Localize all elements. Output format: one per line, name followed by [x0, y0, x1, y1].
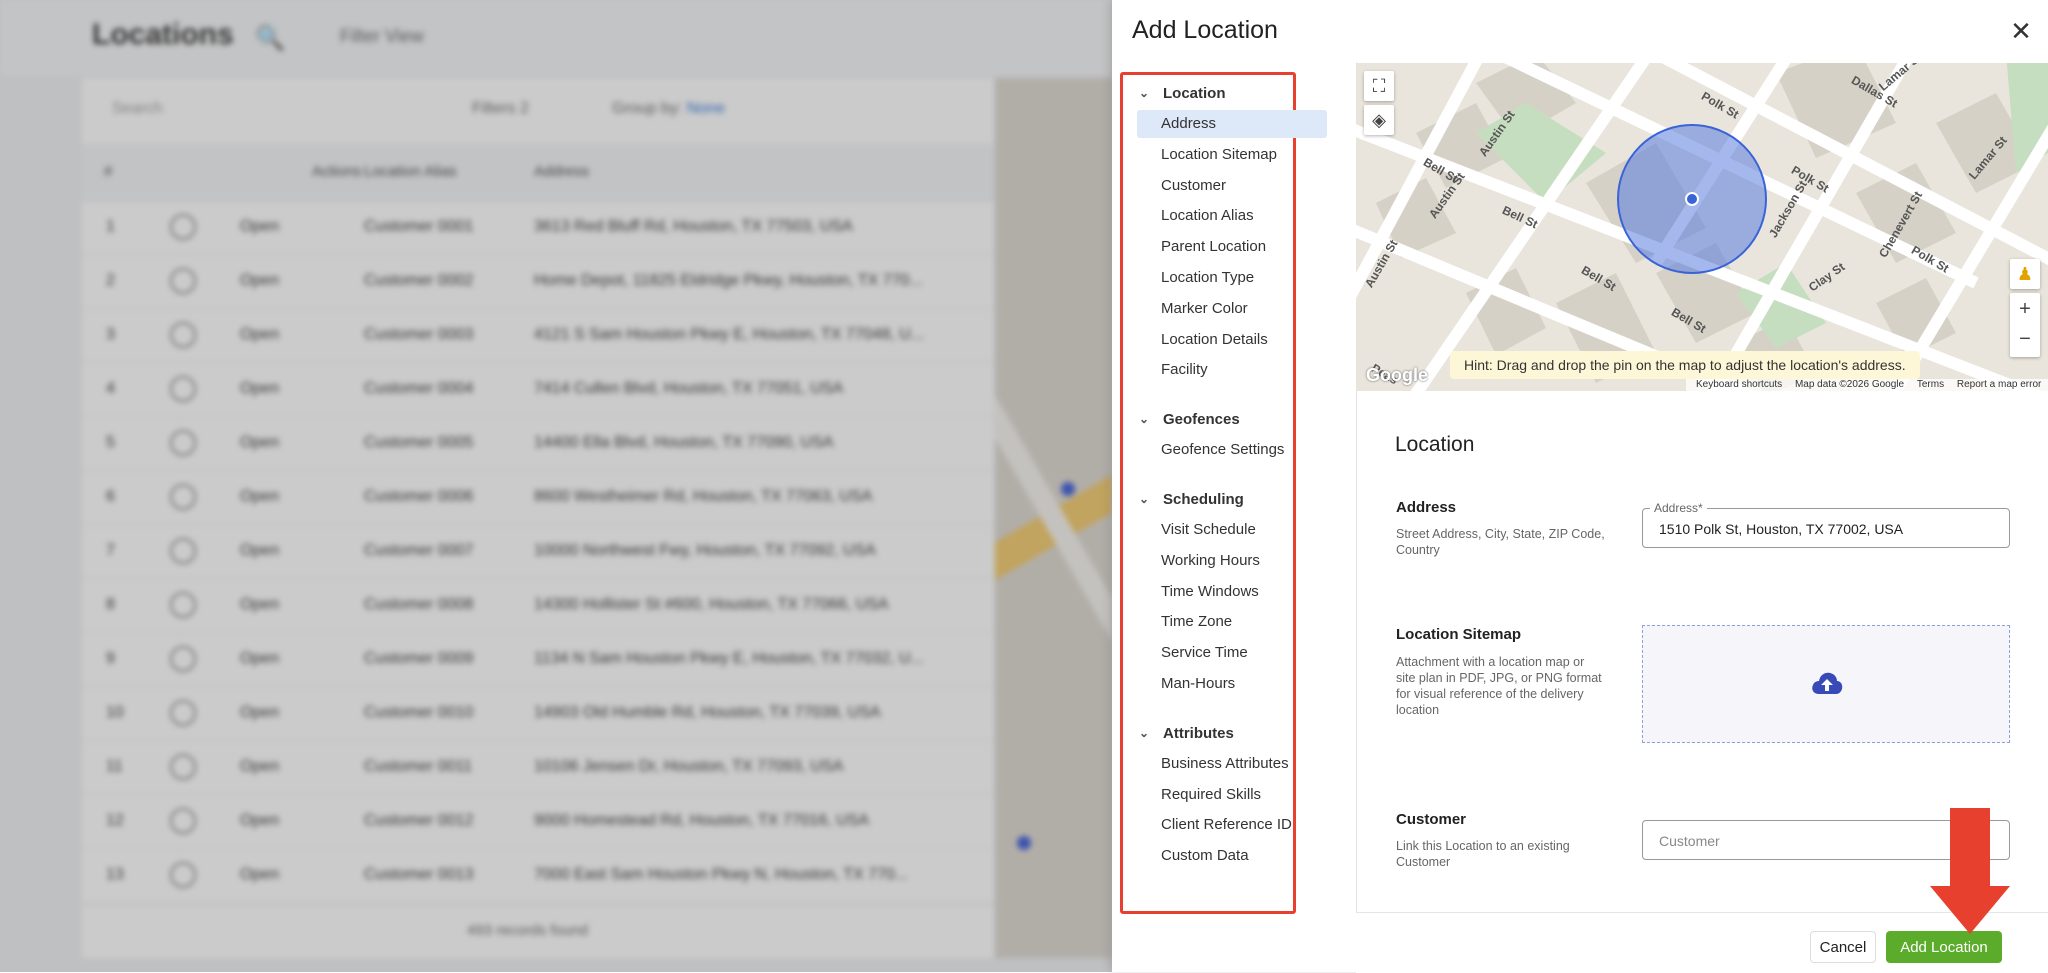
nav-item[interactable]: Time Zone — [1137, 608, 1327, 636]
nav-section-label: Geofences — [1163, 411, 1240, 429]
address-label: Address — [1396, 499, 1457, 516]
down-arrow-annotation-icon — [1930, 808, 2010, 934]
location-map[interactable]: Polk St Lamar St Dallas St Bell St Austin St… — [1356, 63, 2048, 391]
nav-section-label: Location — [1163, 85, 1226, 102]
close-icon[interactable]: ✕ — [2008, 18, 2034, 44]
street-view-icon[interactable]: ♟ — [2010, 259, 2040, 289]
address-floating-label: Address* — [1650, 501, 1707, 515]
google-logo: Google — [1366, 365, 1428, 385]
nav-item[interactable]: Service Time — [1137, 639, 1327, 667]
sitemap-label: Location Sitemap — [1396, 626, 1522, 643]
nav-item[interactable]: Time Windows — [1137, 578, 1327, 606]
terms-link[interactable]: Terms — [1917, 379, 1944, 390]
nav-section-label: Attributes — [1163, 724, 1234, 742]
modal-overlay[interactable] — [0, 0, 1112, 972]
nav-item[interactable]: Marker Color — [1137, 295, 1327, 323]
map-data-text: Map data ©2026 Google — [1794, 379, 1905, 390]
nav-item[interactable]: Working Hours — [1137, 547, 1327, 575]
map-canvas — [1356, 63, 2048, 391]
zoom-controls: + − — [2010, 293, 2040, 357]
nav-item[interactable]: Location Type — [1137, 264, 1327, 292]
nav-item[interactable]: Visit Schedule — [1137, 516, 1327, 544]
cloud-upload-icon — [1812, 672, 1843, 694]
sitemap-upload-dropzone[interactable] — [1642, 625, 2010, 743]
zoom-in-icon[interactable]: + — [2010, 293, 2040, 325]
section-navigation: ⌄ Location Address Location Sitemap Customer… — [1120, 72, 1327, 914]
map-attribution: Keyboard shortcuts Map data ©2026 Google… — [1686, 379, 2048, 391]
nav-section-label: Scheduling — [1163, 491, 1244, 508]
nav-section-heading[interactable]: ⌄ Geofences — [1139, 411, 1240, 428]
nav-section-heading[interactable]: ⌄ Scheduling — [1139, 491, 1244, 508]
sitemap-help: Attachment with a location map or site p… — [1396, 655, 1602, 717]
nav-item[interactable]: Man-Hours — [1137, 670, 1327, 698]
add-location-modal: Add Location ✕ ⌄ Location Address Location … — [1112, 0, 2048, 973]
modal-title: Add Location — [1132, 16, 1278, 44]
chevron-down-icon: ⌄ — [1139, 725, 1150, 740]
customer-help: Link this Location to an existing Custom… — [1396, 839, 1570, 869]
zoom-out-icon[interactable]: − — [2010, 325, 2040, 357]
section-title: Location — [1395, 433, 1475, 456]
layers-icon[interactable]: ◈ — [1364, 105, 1394, 135]
nav-item[interactable]: Required Skills — [1137, 781, 1327, 809]
nav-item[interactable]: Geofence Settings — [1137, 436, 1327, 464]
nav-item[interactable]: Parent Location — [1137, 233, 1327, 261]
map-hint: Hint: Drag and drop the pin on the map t… — [1450, 351, 1920, 379]
cancel-button[interactable]: Cancel — [1810, 931, 1876, 963]
nav-item[interactable]: Location Details — [1137, 326, 1327, 354]
nav-item[interactable]: Customer — [1137, 172, 1327, 200]
chevron-down-icon: ⌄ — [1139, 492, 1150, 506]
nav-item[interactable]: Business Attributes — [1137, 750, 1327, 778]
chevron-down-icon: ⌄ — [1139, 412, 1150, 427]
nav-section-heading[interactable]: ⌄ Attributes — [1139, 725, 1234, 742]
nav-item[interactable]: Facility — [1137, 356, 1327, 384]
background-locations-page: Locations 🔍 Filter View Search Filters 2… — [0, 0, 1112, 972]
nav-item[interactable]: Custom Data — [1137, 842, 1327, 870]
chevron-down-icon: ⌄ — [1139, 86, 1150, 100]
customer-label: Customer — [1396, 811, 1467, 828]
add-location-button[interactable]: Add Location — [1886, 931, 2002, 963]
report-error-link[interactable]: Report a map error — [1957, 379, 2041, 390]
nav-item[interactable]: Location Sitemap — [1137, 141, 1327, 169]
fullscreen-icon[interactable]: ⛶ — [1364, 71, 1394, 101]
address-help: Street Address, City, State, ZIP Code, C… — [1396, 527, 1605, 557]
nav-item[interactable]: Client Reference ID — [1137, 811, 1327, 839]
nav-item[interactable]: Location Alias — [1137, 202, 1327, 230]
nav-item[interactable]: Address — [1137, 110, 1327, 138]
nav-section-heading[interactable]: ⌄ Location — [1139, 85, 1226, 102]
keyboard-shortcuts-link[interactable]: Keyboard shortcuts — [1696, 379, 1782, 390]
